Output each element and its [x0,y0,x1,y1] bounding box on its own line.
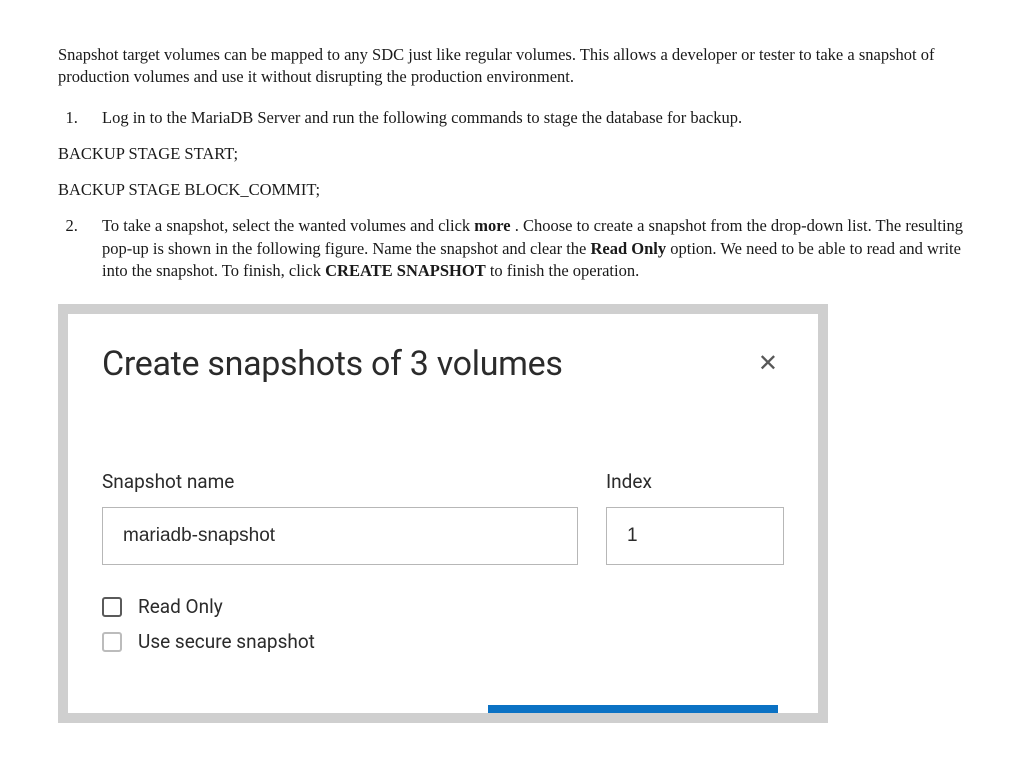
secure-snapshot-checkbox-label: Use secure snapshot [138,630,315,653]
step-2-part-a: To take a snapshot, select the wanted vo… [102,216,474,235]
step-1: Log in to the MariaDB Server and run the… [82,107,966,129]
intro-paragraph: Snapshot target volumes can be mapped to… [58,44,966,89]
step-2: To take a snapshot, select the wanted vo… [82,215,966,282]
step-1-text: Log in to the MariaDB Server and run the… [102,108,742,127]
secure-snapshot-checkbox[interactable] [102,632,122,652]
command-line-2: BACKUP STAGE BLOCK_COMMIT; [58,179,966,201]
snapshot-name-input[interactable] [102,507,578,565]
index-input[interactable] [606,507,784,565]
step-2-read-only: Read Only [590,239,666,258]
index-label: Index [606,470,784,493]
dialog-title: Create snapshots of 3 volumes [102,344,563,384]
close-icon[interactable]: ✕ [752,346,784,382]
snapshot-name-label: Snapshot name [102,470,578,493]
step-2-more: more [474,216,510,235]
read-only-checkbox-label: Read Only [138,595,223,618]
step-2-part-d: to finish the operation. [486,261,640,280]
step-2-create-snapshot: CREATE SNAPSHOT [325,261,486,280]
create-snapshot-dialog-figure: Create snapshots of 3 volumes ✕ Snapshot… [58,304,828,723]
create-snapshot-button[interactable] [488,705,778,713]
command-line-1: BACKUP STAGE START; [58,143,966,165]
read-only-checkbox[interactable] [102,597,122,617]
